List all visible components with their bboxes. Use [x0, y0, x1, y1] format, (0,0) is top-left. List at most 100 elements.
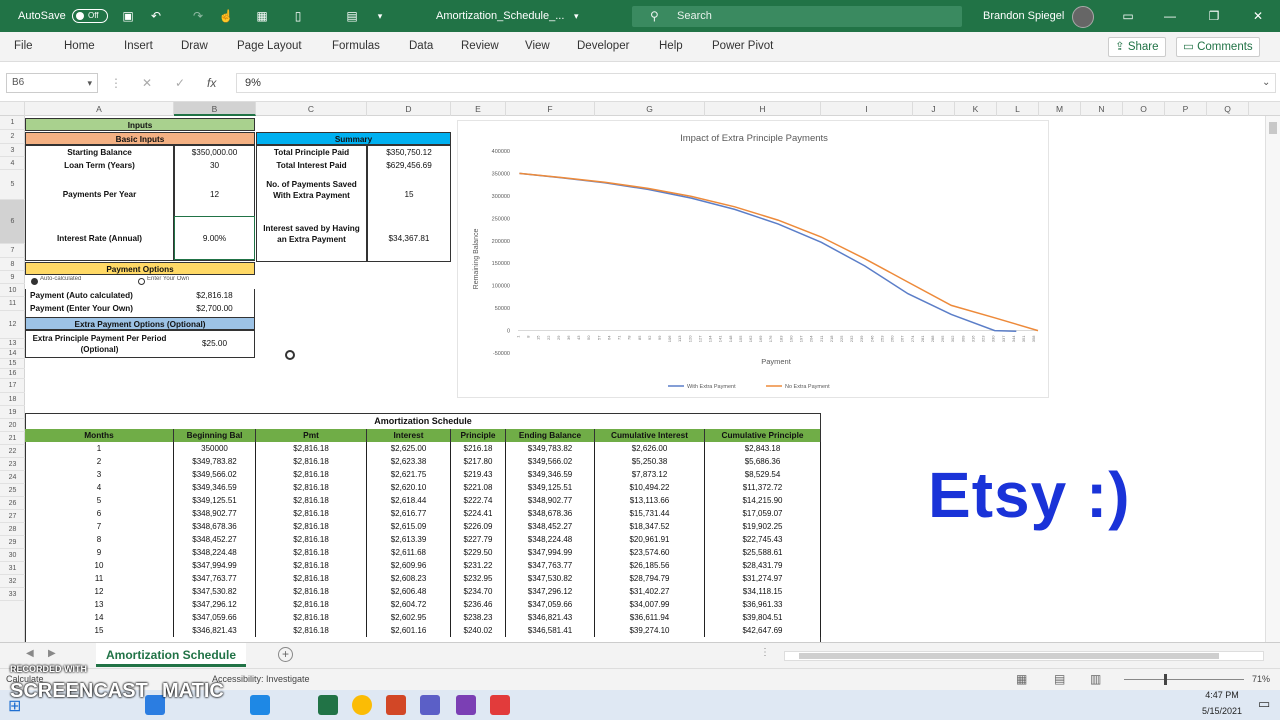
- row-header[interactable]: 4: [0, 157, 25, 170]
- schedule-cell[interactable]: 2: [25, 455, 174, 468]
- schedule-cell[interactable]: $20,961.91: [595, 533, 705, 546]
- minimize-icon[interactable]: —: [1150, 0, 1190, 32]
- schedule-cell[interactable]: 7: [25, 520, 174, 533]
- row-header[interactable]: 19: [0, 406, 25, 419]
- row-header[interactable]: 7: [0, 244, 25, 258]
- prev-sheet-icon[interactable]: ◀: [26, 648, 34, 659]
- schedule-cell[interactable]: $222.74: [451, 494, 506, 507]
- interest-saved-label[interactable]: Interest saved by Having an Extra Paymen…: [261, 223, 362, 245]
- schedule-cell[interactable]: $347,763.77: [506, 559, 595, 572]
- touch-mode-icon[interactable]: ☝: [218, 8, 234, 24]
- schedule-cell[interactable]: $347,530.82: [174, 585, 256, 598]
- borders-icon[interactable]: ▦: [254, 8, 270, 24]
- schedule-cell[interactable]: $23,574.60: [595, 546, 705, 559]
- schedule-cell[interactable]: $34,118.15: [705, 585, 821, 598]
- schedule-cell[interactable]: $349,125.51: [506, 481, 595, 494]
- schedule-cell[interactable]: $349,346.59: [506, 468, 595, 481]
- schedule-cell[interactable]: $26,185.56: [595, 559, 705, 572]
- row-header[interactable]: 16: [0, 369, 25, 379]
- row-header[interactable]: 12: [0, 311, 25, 339]
- tab-page-layout[interactable]: Page Layout: [237, 32, 302, 62]
- schedule-cell[interactable]: $347,530.82: [506, 572, 595, 585]
- schedule-cell[interactable]: $2,623.38: [367, 455, 451, 468]
- extra-payment-value[interactable]: $25.00: [174, 339, 255, 348]
- schedule-cell[interactable]: $2,609.96: [367, 559, 451, 572]
- schedule-header-cell[interactable]: Cumulative Principle: [705, 429, 821, 442]
- schedule-header-cell[interactable]: Beginning Bal: [174, 429, 256, 442]
- column-header[interactable]: O: [1123, 102, 1165, 116]
- schedule-cell[interactable]: $31,274.97: [705, 572, 821, 585]
- name-box[interactable]: B6: [6, 73, 98, 93]
- select-all-corner[interactable]: [0, 102, 25, 116]
- row-header[interactable]: 10: [0, 284, 25, 297]
- schedule-cell[interactable]: $2,602.95: [367, 611, 451, 624]
- schedule-header-cell[interactable]: Ending Balance: [506, 429, 595, 442]
- row-header[interactable]: 2: [0, 130, 25, 144]
- schedule-cell[interactable]: $18,347.52: [595, 520, 705, 533]
- redo-icon[interactable]: ↷: [190, 8, 206, 24]
- row-header[interactable]: 23: [0, 458, 25, 471]
- schedule-cell[interactable]: $2,816.18: [256, 442, 367, 455]
- schedule-cell[interactable]: $42,647.69: [705, 624, 821, 637]
- schedule-cell[interactable]: $217.80: [451, 455, 506, 468]
- column-header[interactable]: G: [595, 102, 705, 116]
- row-header[interactable]: 29: [0, 536, 25, 549]
- schedule-header-cell[interactable]: Interest: [367, 429, 451, 442]
- schedule-cell[interactable]: 350000: [174, 442, 256, 455]
- column-header[interactable]: C: [256, 102, 367, 116]
- schedule-cell[interactable]: $2,611.68: [367, 546, 451, 559]
- sheet-options-icon[interactable]: ⋮: [760, 647, 770, 658]
- basic-inputs-header[interactable]: Basic Inputs: [25, 132, 255, 145]
- schedule-cell[interactable]: $2,843.18: [705, 442, 821, 455]
- schedule-cell[interactable]: 3: [25, 468, 174, 481]
- schedule-cell[interactable]: $348,902.77: [506, 494, 595, 507]
- schedule-cell[interactable]: $8,529.54: [705, 468, 821, 481]
- row-header[interactable]: 32: [0, 575, 25, 588]
- schedule-cell[interactable]: $2,621.75: [367, 468, 451, 481]
- column-header[interactable]: Q: [1207, 102, 1249, 116]
- schedule-cell[interactable]: $2,604.72: [367, 598, 451, 611]
- row-header[interactable]: 26: [0, 497, 25, 510]
- tab-file[interactable]: File: [14, 32, 33, 62]
- column-header[interactable]: K: [955, 102, 997, 116]
- row-header[interactable]: 5: [0, 170, 25, 200]
- schedule-cell[interactable]: $36,611.94: [595, 611, 705, 624]
- schedule-cell[interactable]: $19,902.25: [705, 520, 821, 533]
- customize-icon[interactable]: ▾: [372, 8, 388, 24]
- tab-power-pivot[interactable]: Power Pivot: [712, 32, 773, 62]
- schedule-cell[interactable]: $2,608.23: [367, 572, 451, 585]
- schedule-cell[interactable]: $11,372.72: [705, 481, 821, 494]
- schedule-cell[interactable]: $347,059.66: [174, 611, 256, 624]
- row-header[interactable]: 27: [0, 510, 25, 523]
- schedule-header-cell[interactable]: Cumulative Interest: [595, 429, 705, 442]
- cancel-icon[interactable]: ✕: [142, 73, 152, 93]
- row-header[interactable]: 20: [0, 419, 25, 432]
- interest-rate-value[interactable]: 9.00%: [174, 234, 255, 243]
- schedule-cell[interactable]: $14,215.90: [705, 494, 821, 507]
- ribbon-display-icon[interactable]: ▭: [1108, 0, 1148, 32]
- schedule-cell[interactable]: $349,783.82: [174, 455, 256, 468]
- column-header[interactable]: H: [705, 102, 821, 116]
- inputs-title[interactable]: Inputs: [25, 118, 255, 131]
- horizontal-scroll-thumb[interactable]: [799, 653, 1219, 659]
- interest-rate-label[interactable]: Interest Rate (Annual): [25, 234, 174, 243]
- schedule-cell[interactable]: $229.50: [451, 546, 506, 559]
- close-icon[interactable]: ✕: [1238, 0, 1278, 32]
- schedule-header-cell[interactable]: Principle: [451, 429, 506, 442]
- row-header[interactable]: 8: [0, 258, 25, 271]
- schedule-title[interactable]: Amortization Schedule: [25, 414, 821, 428]
- extra-payment-header[interactable]: Extra Payment Options (Optional): [25, 317, 255, 330]
- schedule-cell[interactable]: $2,816.18: [256, 507, 367, 520]
- schedule-cell[interactable]: $347,994.99: [174, 559, 256, 572]
- zoom-slider-thumb[interactable]: [1164, 674, 1167, 685]
- scroll-thumb[interactable]: [1269, 122, 1277, 134]
- enter-icon[interactable]: ✓: [175, 73, 185, 93]
- maximize-icon[interactable]: ❐: [1194, 0, 1234, 32]
- column-header[interactable]: I: [821, 102, 913, 116]
- taskbar-onenote-icon[interactable]: [456, 695, 476, 715]
- row-header[interactable]: 15: [0, 359, 25, 369]
- payments-saved-value[interactable]: 15: [367, 190, 451, 199]
- zoom-slider[interactable]: [1124, 679, 1244, 680]
- taskbar-powerpoint-icon[interactable]: [386, 695, 406, 715]
- schedule-cell[interactable]: $238.23: [451, 611, 506, 624]
